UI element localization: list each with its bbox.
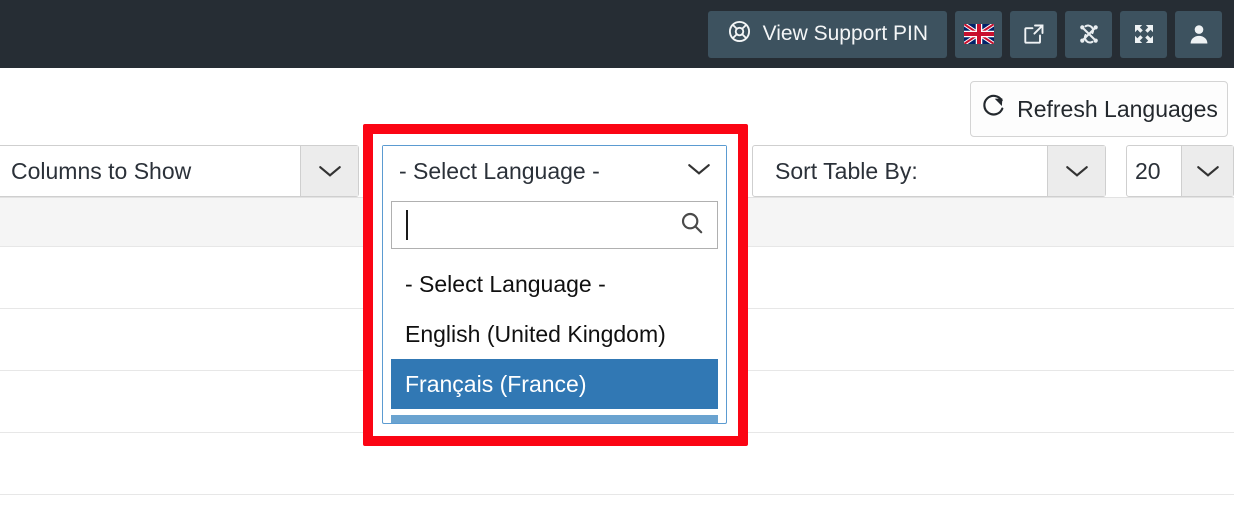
select-language-control[interactable]: - Select Language - <box>383 146 726 197</box>
chevron-down-icon[interactable] <box>300 146 358 196</box>
joomla-home-button[interactable] <box>1065 11 1112 58</box>
dropdown-bottom-bar <box>391 415 718 423</box>
language-option-selected[interactable]: Français (France) <box>391 359 718 409</box>
refresh-languages-label: Refresh Languages <box>1017 96 1218 123</box>
columns-to-show-select[interactable]: Columns to Show <box>0 145 359 197</box>
external-link-icon <box>1022 22 1046 46</box>
select-language-dropdown[interactable]: - Select Language - <box>382 145 727 424</box>
search-icon <box>679 210 705 241</box>
list-limit-select[interactable]: 20 <box>1126 145 1234 197</box>
refresh-languages-button[interactable]: Refresh Languages <box>970 81 1228 137</box>
page-root: View Support PIN <box>0 0 1234 524</box>
view-support-pin-label: View Support PIN <box>763 22 928 46</box>
chevron-down-icon[interactable] <box>686 161 712 182</box>
view-support-pin-button[interactable]: View Support PIN <box>708 11 947 58</box>
refresh-icon <box>980 93 1006 125</box>
expand-arrows-icon <box>1132 22 1156 46</box>
chevron-down-icon[interactable] <box>1047 146 1105 196</box>
user-menu-button[interactable] <box>1175 11 1222 58</box>
life-ring-icon <box>727 19 752 50</box>
list-limit-value: 20 <box>1127 146 1181 196</box>
language-option[interactable]: English (United Kingdom) <box>391 309 718 359</box>
preview-site-button[interactable] <box>1010 11 1057 58</box>
language-options-list: - Select Language - English (United King… <box>383 255 726 409</box>
columns-to-show-label: Columns to Show <box>0 146 300 196</box>
language-option[interactable]: - Select Language - <box>391 259 718 309</box>
uk-flag-icon <box>964 24 994 44</box>
chevron-down-icon[interactable] <box>1181 146 1233 196</box>
joomla-logo-icon <box>1077 22 1101 46</box>
sort-table-by-select[interactable]: Sort Table By: <box>752 145 1106 197</box>
language-search-input[interactable] <box>391 201 718 249</box>
search-input-text <box>406 202 673 248</box>
text-cursor <box>406 210 408 240</box>
select-language-value: - Select Language - <box>399 158 600 185</box>
user-icon <box>1187 22 1211 46</box>
fullscreen-toggle-button[interactable] <box>1120 11 1167 58</box>
dropdown-search-wrapper <box>383 197 726 255</box>
sort-table-by-label: Sort Table By: <box>753 146 1047 196</box>
admin-topbar: View Support PIN <box>0 0 1234 68</box>
language-flag-button[interactable] <box>955 11 1002 58</box>
